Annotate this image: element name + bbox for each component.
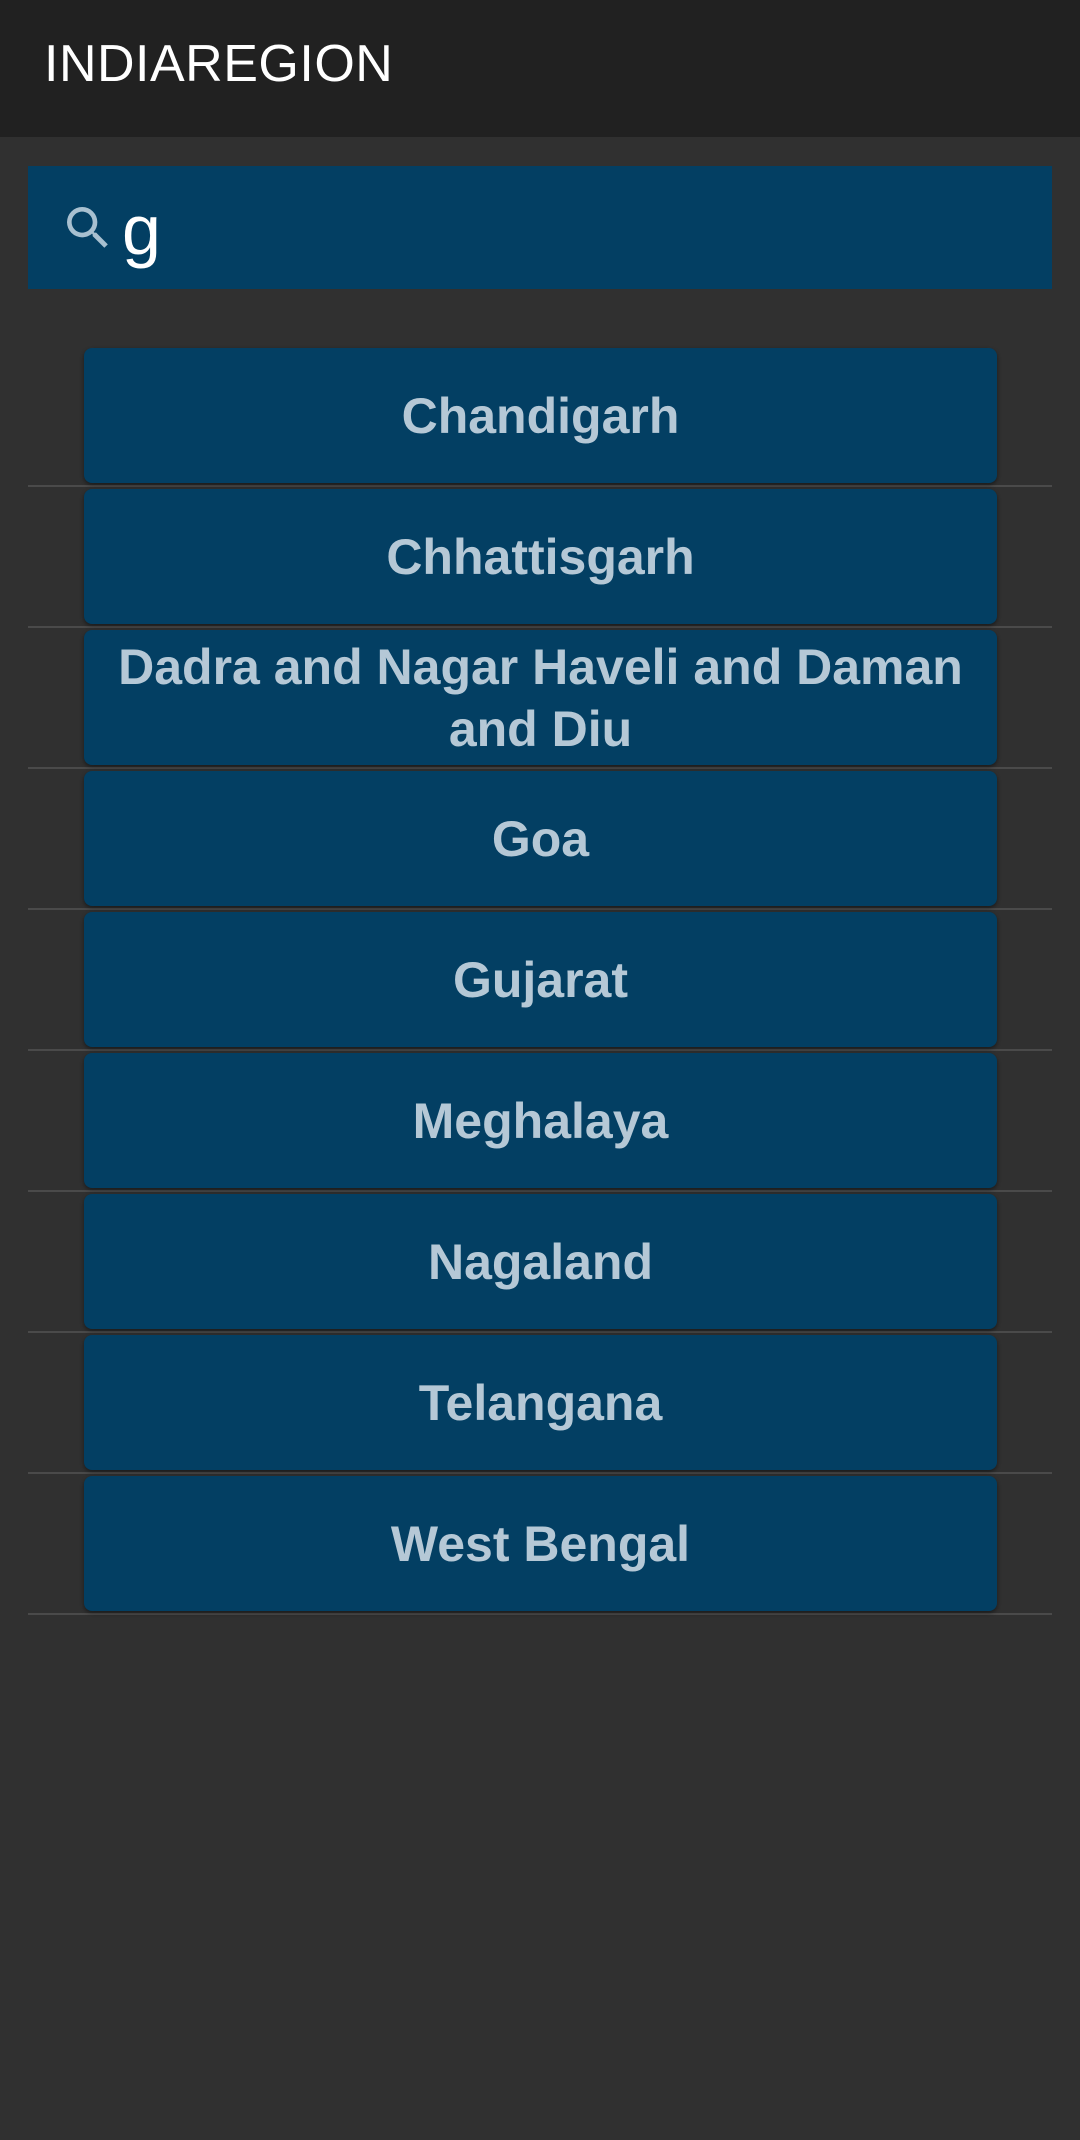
region-button[interactable]: Chandigarh	[84, 348, 997, 483]
region-button[interactable]: Dadra and Nagar Haveli and Daman and Diu	[84, 630, 997, 765]
region-label: Chandigarh	[401, 387, 680, 444]
region-label: Nagaland	[427, 1233, 654, 1290]
app-bar: INDIAREGION	[0, 0, 1080, 137]
region-button[interactable]: Goa	[84, 771, 997, 906]
region-button[interactable]: Nagaland	[84, 1194, 997, 1329]
region-label: Dadra and Nagar Haveli and Daman and Diu	[118, 638, 963, 757]
region-label: Gujarat	[452, 951, 629, 1008]
region-label: Chhattisgarh	[386, 528, 695, 585]
list-item: Telangana	[28, 1333, 1052, 1474]
list-item: Dadra and Nagar Haveli and Daman and Diu	[28, 628, 1052, 769]
search-input[interactable]	[122, 180, 1022, 280]
region-label: Meghalaya	[412, 1092, 669, 1149]
region-button[interactable]: West Bengal	[84, 1476, 997, 1611]
list-item: Chhattisgarh	[28, 487, 1052, 628]
list-item: West Bengal	[28, 1474, 1052, 1615]
region-label: Telangana	[418, 1374, 663, 1431]
region-label: West Bengal	[390, 1515, 691, 1572]
list-item: Chandigarh	[28, 346, 1052, 487]
region-button[interactable]: Gujarat	[84, 912, 997, 1047]
list-item: Nagaland	[28, 1192, 1052, 1333]
app-title: INDIAREGION	[44, 35, 394, 93]
list-item: Meghalaya	[28, 1051, 1052, 1192]
search-icon	[67, 207, 108, 248]
region-label: Goa	[491, 810, 590, 867]
region-button[interactable]: Chhattisgarh	[84, 489, 997, 624]
list-item: Gujarat	[28, 910, 1052, 1051]
region-button[interactable]: Telangana	[84, 1335, 997, 1470]
list-item: Goa	[28, 769, 1052, 910]
region-button[interactable]: Meghalaya	[84, 1053, 997, 1188]
